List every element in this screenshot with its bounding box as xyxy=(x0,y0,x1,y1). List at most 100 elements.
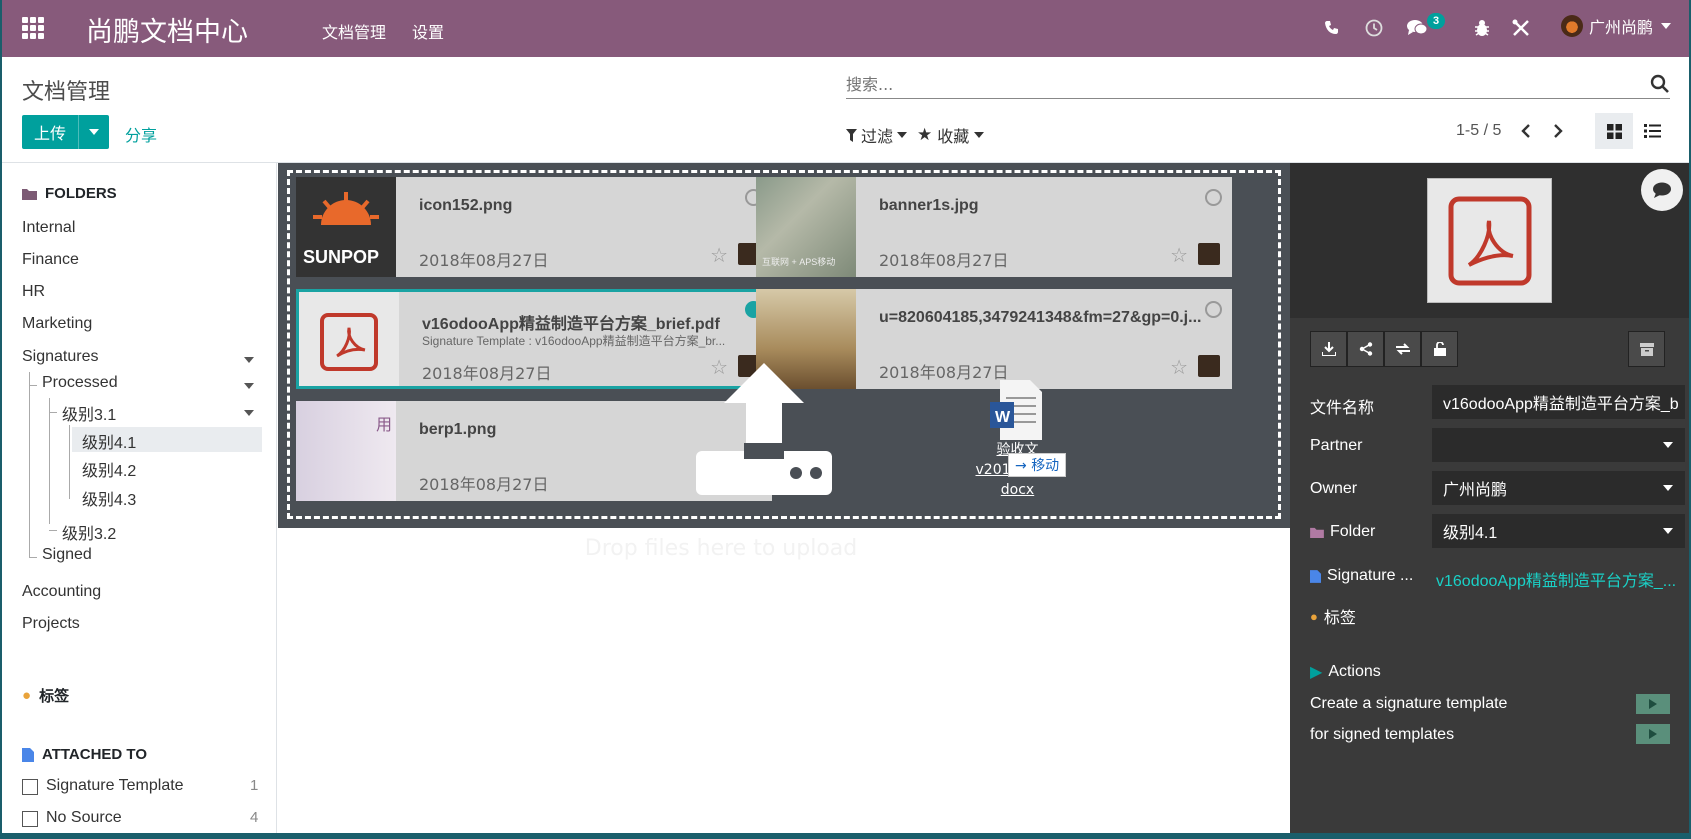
unlock-icon[interactable] xyxy=(1421,331,1458,367)
select-checkbox[interactable] xyxy=(1205,301,1222,318)
owner-label: Owner xyxy=(1310,480,1357,498)
kanban-view-icon[interactable] xyxy=(1595,113,1633,149)
folder-signatures[interactable]: Signatures xyxy=(22,348,99,366)
folder-level-3-2[interactable]: 级别3.2 xyxy=(62,520,116,544)
folder-finance[interactable]: Finance xyxy=(22,251,79,269)
favorite-star-icon[interactable]: ☆ xyxy=(1170,243,1188,268)
activity-clock-icon[interactable] xyxy=(1364,16,1384,40)
select-checkbox[interactable] xyxy=(1205,189,1222,206)
document-name[interactable]: icon152.png xyxy=(419,197,749,215)
tree-branch xyxy=(49,412,57,413)
folder-signed[interactable]: Signed xyxy=(42,546,92,564)
folder-level-3-1[interactable]: 级别3.1 xyxy=(62,401,116,425)
phone-icon[interactable] xyxy=(1322,16,1342,40)
tools-icon[interactable] xyxy=(1511,16,1531,40)
filter-signature-template-checkbox[interactable] xyxy=(22,779,38,795)
tags-header-label: 标签 xyxy=(39,688,70,705)
filter-dropdown[interactable]: 过滤 xyxy=(846,123,908,147)
document-name[interactable]: u=820604185,3479241348&fm=27&gp=0.j... xyxy=(879,309,1209,327)
actions-label: Actions xyxy=(1328,663,1381,680)
folder-marketing[interactable]: Marketing xyxy=(22,315,92,333)
chatter-toggle-icon[interactable] xyxy=(1641,169,1683,211)
share-icon[interactable] xyxy=(1347,331,1384,367)
filename-label: 文件名称 xyxy=(1310,394,1374,418)
folder-level-4-1[interactable]: 级别4.1 xyxy=(82,429,136,453)
folder-level-4-2[interactable]: 级别4.2 xyxy=(82,457,136,481)
document-inspector: 文件名称 v16odooApp精益制造平台方案_b Partner Owner … xyxy=(1290,163,1689,833)
apps-menu-icon[interactable] xyxy=(22,17,46,39)
folder-accounting[interactable]: Accounting xyxy=(22,583,101,601)
brand-title[interactable]: 尚鹏文档中心 xyxy=(86,10,248,49)
top-navbar: 尚鹏文档中心 文档管理 设置 3 广州尚鹏 xyxy=(2,0,1689,57)
menu-settings[interactable]: 设置 xyxy=(412,19,444,43)
document-name[interactable]: banner1s.jpg xyxy=(879,197,1209,215)
search-bar xyxy=(846,71,1670,99)
download-icon[interactable] xyxy=(1310,331,1347,367)
attached-no-source[interactable]: No Source xyxy=(46,809,122,827)
debug-bug-icon[interactable] xyxy=(1472,16,1492,40)
signature-label: Signature ... xyxy=(1310,567,1413,585)
move-tooltip-label: 移动 xyxy=(1031,458,1060,474)
search-icon[interactable] xyxy=(1650,74,1670,99)
filter-no-source-checkbox[interactable] xyxy=(22,811,38,827)
tree-line xyxy=(29,372,30,557)
favorite-star-icon[interactable]: ☆ xyxy=(1170,355,1188,380)
run-action-play-icon[interactable] xyxy=(1636,724,1670,744)
list-view-icon[interactable] xyxy=(1633,113,1671,149)
upload-dropdown-toggle[interactable] xyxy=(79,115,109,149)
move-tooltip: → 移动 xyxy=(1008,453,1067,477)
dragged-file-line: docx xyxy=(1000,482,1035,498)
expand-signatures-icon[interactable] xyxy=(244,357,254,363)
attached-signature-template[interactable]: Signature Template xyxy=(46,777,184,795)
folder-hr[interactable]: HR xyxy=(22,283,45,301)
document-name[interactable]: v16odooApp精益制造平台方案_brief.pdf xyxy=(422,310,752,334)
document-card[interactable]: SUNPOP icon152.png 2018年08月27日 ☆ xyxy=(296,177,772,277)
expand-level-3-1-icon[interactable] xyxy=(244,410,254,416)
filename-input[interactable]: v16odooApp精益制造平台方案_b xyxy=(1432,385,1685,419)
actions-header[interactable]: ▶ Actions xyxy=(1310,662,1381,682)
folder-label-text: Folder xyxy=(1330,523,1376,540)
pdf-icon xyxy=(299,292,399,386)
favorite-star-icon[interactable]: ☆ xyxy=(710,243,728,268)
folder-projects[interactable]: Projects xyxy=(22,615,80,633)
folder-level-4-3[interactable]: 级别4.3 xyxy=(82,486,136,510)
app-window: 尚鹏文档中心 文档管理 设置 3 广州尚鹏 文档管理 上传 分享 搜索... 过… xyxy=(2,0,1689,833)
action-signed-templates: for signed templates xyxy=(1310,726,1455,743)
pdf-preview-icon[interactable] xyxy=(1427,178,1552,303)
attached-count: 4 xyxy=(250,809,259,826)
owner-select[interactable]: 广州尚鹏 xyxy=(1432,471,1685,505)
file-icon xyxy=(22,747,34,762)
share-button[interactable]: 分享 xyxy=(125,122,157,146)
tag-icon: ● xyxy=(1310,608,1318,624)
word-document-icon: W xyxy=(990,380,1042,440)
upload-drop-zone[interactable]: SUNPOP icon152.png 2018年08月27日 ☆ 互联网 + A… xyxy=(278,163,1290,528)
tags-header: ● 标签 xyxy=(22,685,69,706)
search-input[interactable] xyxy=(846,71,1616,97)
signature-template-link[interactable]: v16odooApp精益制造平台方案_... xyxy=(1436,567,1681,591)
menu-documents[interactable]: 文档管理 xyxy=(322,19,386,43)
company-switcher[interactable]: 广州尚鹏 xyxy=(1561,14,1672,38)
folder-processed[interactable]: Processed xyxy=(42,374,118,392)
messages-icon[interactable] xyxy=(1406,16,1428,40)
pager-previous-icon[interactable] xyxy=(1516,120,1536,142)
file-icon xyxy=(1310,569,1321,583)
pager-value[interactable]: 1-5 / 5 xyxy=(1456,122,1501,140)
pager-next-icon[interactable] xyxy=(1548,120,1568,142)
folder-select[interactable]: 级别4.1 xyxy=(1432,514,1685,548)
expand-processed-icon[interactable] xyxy=(244,383,254,389)
run-action-play-icon[interactable] xyxy=(1636,694,1670,714)
upload-button-group[interactable]: 上传 xyxy=(22,115,109,149)
favorites-dropdown[interactable]: ★ 收藏 xyxy=(917,123,985,147)
folder-internal[interactable]: Internal xyxy=(22,219,75,237)
drop-hint: Drop files here to upload xyxy=(584,536,858,561)
thumbnail-text: 互联网 + APS移动 xyxy=(762,257,836,267)
partner-select[interactable] xyxy=(1432,428,1685,462)
chevron-down-icon xyxy=(1663,485,1673,491)
tags-label-text[interactable]: 标签 xyxy=(1324,604,1356,628)
upload-button[interactable]: 上传 xyxy=(22,115,79,149)
tree-line xyxy=(69,425,70,499)
filter-label: 过滤 xyxy=(861,127,894,146)
document-card[interactable]: 互联网 + APS移动 banner1s.jpg 2018年08月27日 ☆ xyxy=(756,177,1232,277)
replace-icon[interactable] xyxy=(1384,331,1421,367)
archive-icon[interactable] xyxy=(1628,331,1665,367)
